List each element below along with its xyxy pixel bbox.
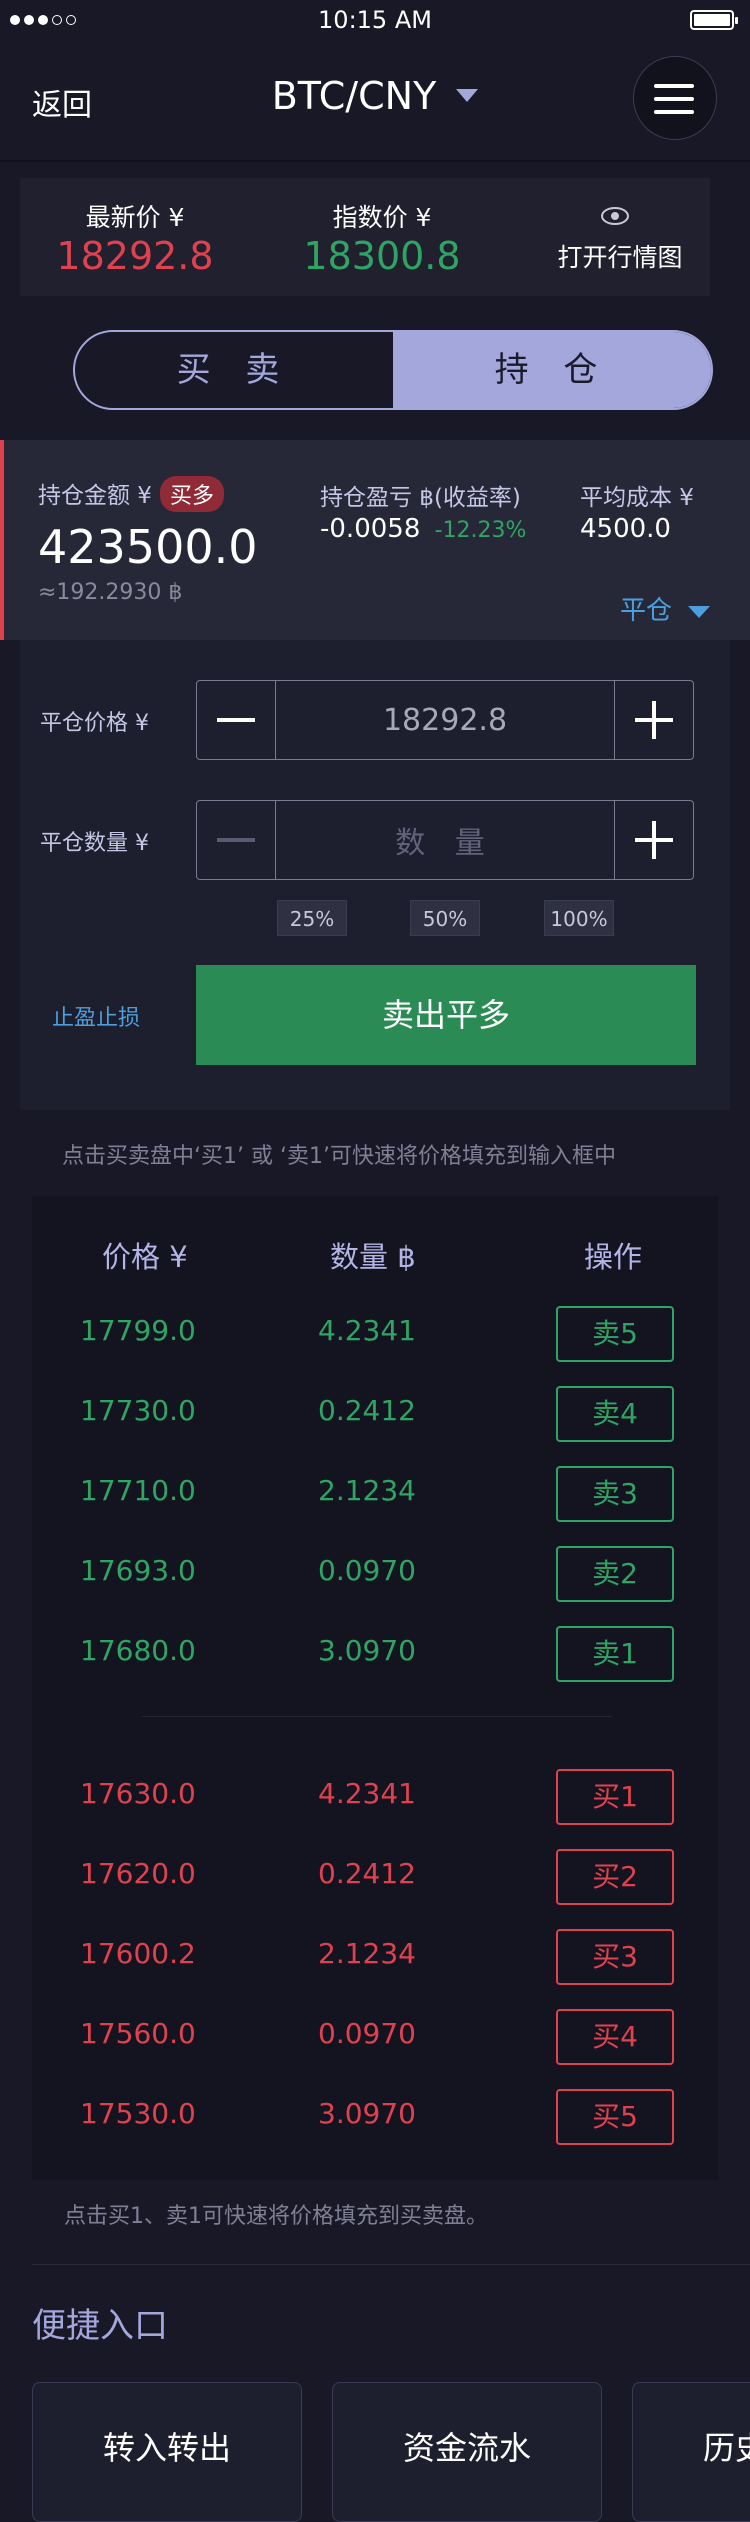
open-chart-link[interactable]: 打开行情图 [540,238,700,274]
pct-25-button[interactable]: 25% [277,900,347,936]
minus-icon [217,718,255,722]
close-position-label: 平仓 [620,596,673,626]
close-qty-label: 平仓数量 ¥ [40,831,149,856]
quick-entry-title: 便捷入口 [32,2306,168,2346]
ask-row: 17799.0 4.2341 卖5 [32,1292,718,1372]
caret-down-icon [456,89,479,102]
close-price-label: 平仓价格 ¥ [40,711,149,736]
close-qty-stepper: 数 量 [196,800,694,880]
long-badge: 买多 [159,476,224,512]
ask-qty: 2.1234 [318,1474,416,1507]
ask-row: 17710.0 2.1234 卖3 [32,1452,718,1532]
position-amount-label: 持仓金额 ¥ [38,483,152,509]
bid-qty: 2.1234 [318,1937,416,1970]
bid-qty: 0.2412 [318,1857,416,1890]
divider [0,160,750,162]
bid-qty: 3.0970 [318,2097,416,2130]
pct-100-button[interactable]: 100% [544,900,614,936]
avg-cost-value: 4500.0 [580,514,671,544]
minus-icon [217,838,255,842]
ask-price: 17799.0 [80,1314,196,1347]
qty-decrement-button[interactable] [197,801,276,879]
bid-price: 17630.0 [80,1777,196,1810]
status-bar: 10:15 AM [0,0,750,44]
pnl-rate: -12.23% [434,518,527,543]
price-decrement-button[interactable] [197,681,276,759]
ask-qty: 0.0970 [318,1554,416,1587]
avg-cost-label: 平均成本 ¥ [580,485,694,511]
bid-price: 17620.0 [80,1857,196,1890]
quick-entry-fund-flow[interactable]: 资金流水 [332,2382,602,2522]
bid-qty: 0.0970 [318,2017,416,2050]
bid-price: 17600.2 [80,1937,196,1970]
bid-action-button[interactable]: 买1 [556,1769,674,1825]
index-price-label: 指数价 ¥ [332,203,432,232]
take-profit-stop-loss-link[interactable]: 止盈止损 [52,1000,140,1032]
menu-button[interactable] [633,56,717,140]
tab-position[interactable]: 持 仓 [393,332,711,408]
ask-action-button[interactable]: 卖4 [556,1386,674,1442]
ask-row: 17693.0 0.0970 卖2 [32,1532,718,1612]
ask-action-button[interactable]: 卖1 [556,1626,674,1682]
ask-row: 17730.0 0.2412 卖4 [32,1372,718,1452]
bid-action-button[interactable]: 买5 [556,2089,674,2145]
close-qty-input[interactable]: 数 量 [276,801,614,879]
pnl-value: -0.0058 [320,514,421,544]
bid-action-button[interactable]: 买2 [556,1849,674,1905]
hint-bottom: 点击买1、卖1可快速将价格填充到买卖盘。 [64,2204,488,2229]
close-price-input[interactable]: 18292.8 [276,681,614,759]
qty-increment-button[interactable] [614,801,693,879]
ask-price: 17730.0 [80,1394,196,1427]
trade-position-toggle: 买 卖 持 仓 [73,330,713,410]
action-header: 操作 [584,1240,643,1274]
bid-action-button[interactable]: 买4 [556,2009,674,2065]
ask-qty: 0.2412 [318,1394,416,1427]
ask-qty: 3.0970 [318,1634,416,1667]
sell-close-long-button[interactable]: 卖出平多 [196,965,696,1065]
bid-row: 17620.0 0.2412 买2 [32,1835,718,1915]
ask-row: 17680.0 3.0970 卖1 [32,1612,718,1692]
position-amount-btc: ≈192.2930 ฿ [38,580,183,605]
bid-action-button[interactable]: 买3 [556,1929,674,1985]
ask-price: 17693.0 [80,1554,196,1587]
ask-price: 17710.0 [80,1474,196,1507]
qty-header: 数量 ฿ [330,1240,416,1274]
close-position-dropdown[interactable]: 平仓 [620,590,711,627]
eye-icon[interactable] [601,207,629,225]
bid-qty: 4.2341 [318,1777,416,1810]
position-amount-value: 423500.0 [38,520,258,574]
quick-entry-transfer[interactable]: 转入转出 [32,2382,302,2522]
close-price-stepper: 18292.8 [196,680,694,760]
ask-price: 17680.0 [80,1634,196,1667]
bid-row: 17630.0 4.2341 买1 [32,1755,718,1835]
ask-action-button[interactable]: 卖3 [556,1466,674,1522]
ask-action-button[interactable]: 卖5 [556,1306,674,1362]
index-price-value: 18300.8 [303,234,461,278]
battery-icon [690,10,738,30]
divider [32,2264,750,2265]
book-divider [142,1716,612,1717]
bid-price: 17530.0 [80,2097,196,2130]
hint-top: 点击买卖盘中‘买1’ 或 ‘卖1’可快速将价格填充到输入框中 [62,1144,616,1169]
bid-row: 17560.0 0.0970 买4 [32,1995,718,2075]
status-time: 10:15 AM [318,6,432,34]
menu-icon [654,84,694,88]
order-book: 价格 ¥ 数量 ฿ 操作 17799.0 4.2341 卖5 17730.0 0… [32,1196,718,2180]
price-header: 价格 ¥ [102,1240,188,1274]
ask-qty: 4.2341 [318,1314,416,1347]
pair-label: BTC/CNY [271,74,437,118]
tab-trade[interactable]: 买 卖 [75,332,393,408]
bid-row: 17530.0 3.0970 买5 [32,2075,718,2155]
latest-price-label: 最新价 ¥ [85,203,185,232]
bid-price: 17560.0 [80,2017,196,2050]
latest-price-value: 18292.8 [56,234,214,278]
ask-action-button[interactable]: 卖2 [556,1546,674,1602]
pnl-label: 持仓盈亏 ฿(收益率) [320,485,521,511]
pct-50-button[interactable]: 50% [410,900,480,936]
price-increment-button[interactable] [614,681,693,759]
caret-down-icon [688,605,711,618]
quick-entry-history[interactable]: 历史 [632,2382,750,2522]
bid-row: 17600.2 2.1234 买3 [32,1915,718,1995]
